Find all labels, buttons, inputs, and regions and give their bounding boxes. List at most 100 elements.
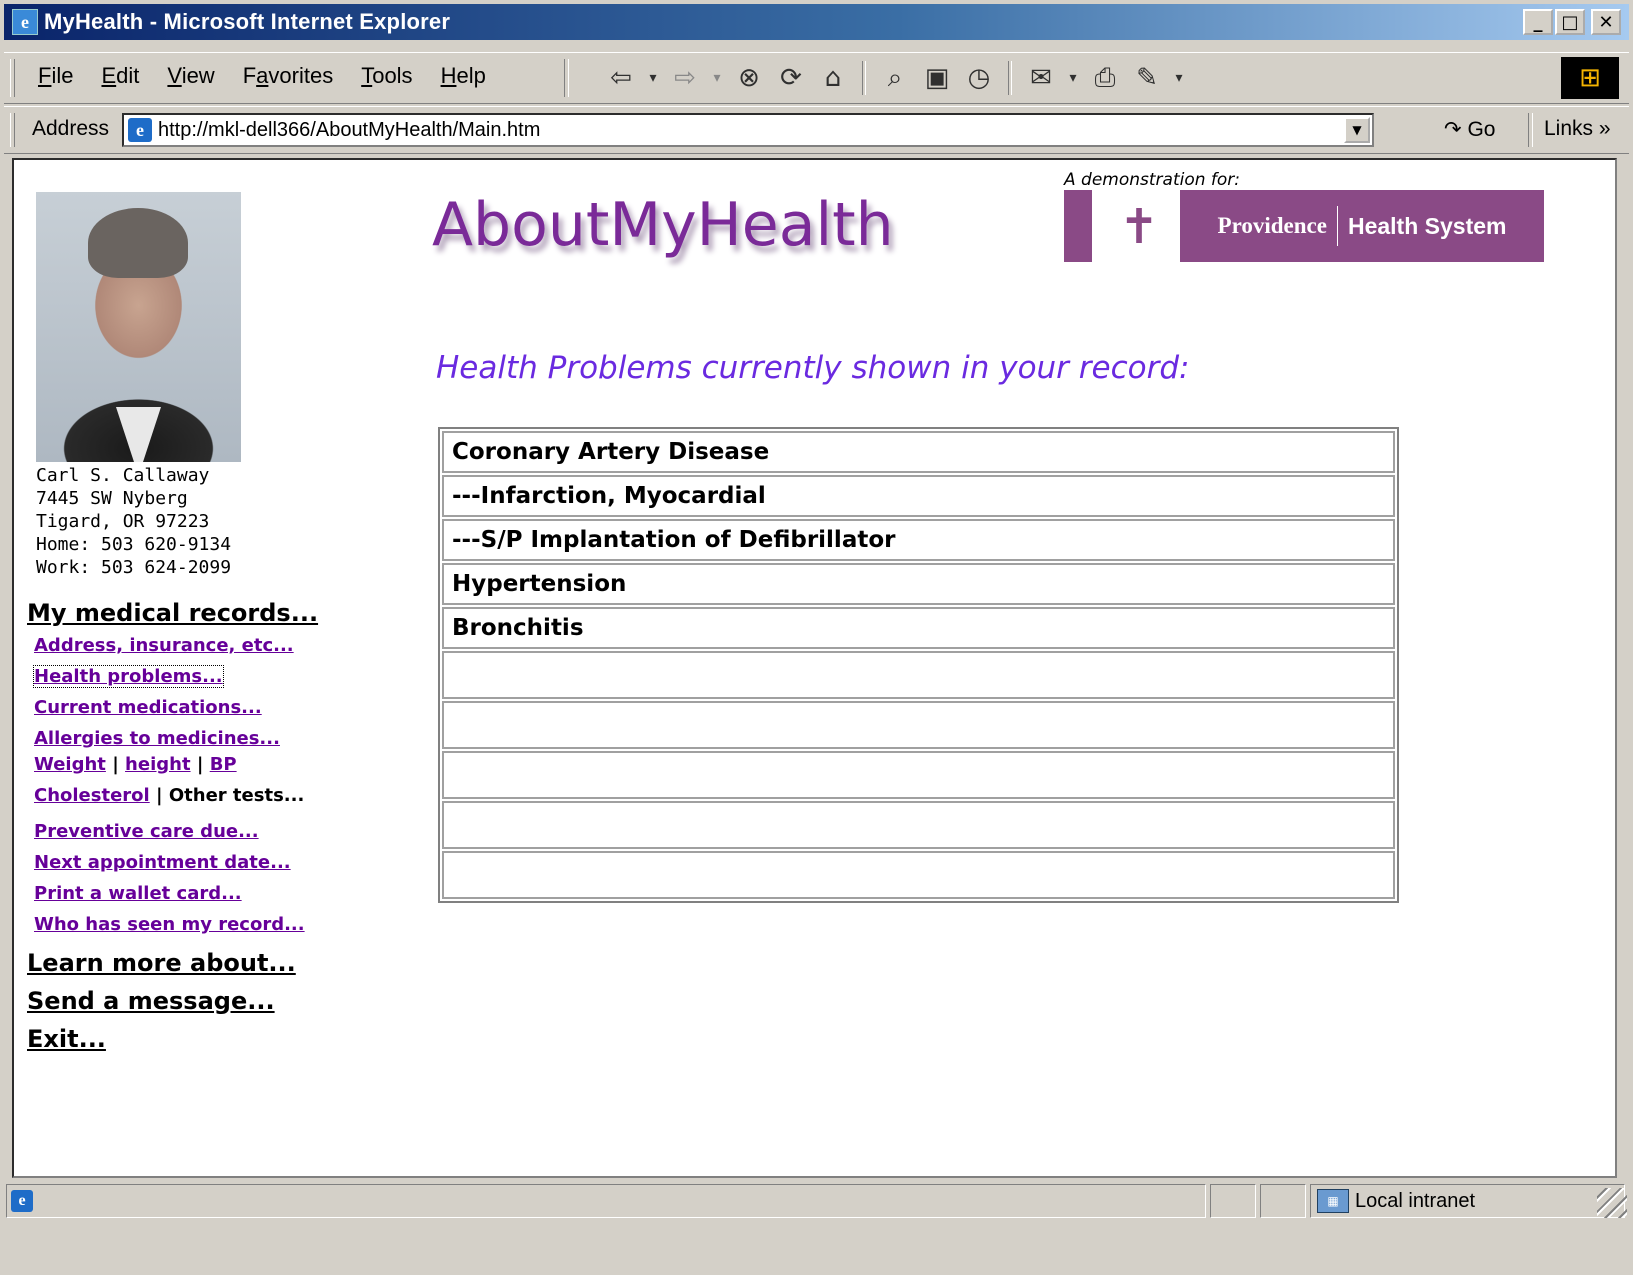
menu-view[interactable]: View [167,63,214,89]
logo-divider [1336,206,1338,246]
nav-height[interactable]: height [125,754,191,775]
status-cell-blank [1260,1184,1306,1218]
nav-send-message[interactable]: Send a message... [27,982,318,1020]
status-bar: e ▦ Local intranet [4,1180,1629,1220]
toolbar-separator [564,59,569,97]
menu-favorites[interactable]: Favorites [243,63,334,89]
table-row: ---S/P Implantation of Defibrillator [442,519,1395,561]
menu-help[interactable]: Help [441,63,486,89]
nav-bp[interactable]: BP [210,754,237,775]
nav-address-insurance[interactable]: Address, insurance, etc... [34,630,318,661]
forward-icon[interactable]: ⇨ [668,61,702,95]
nav-health-problems[interactable]: Health problems... [33,661,318,692]
logo-wordmark: Providence Health System [1180,190,1544,262]
table-row [442,851,1395,899]
toolbar-grip[interactable] [10,59,15,97]
toolbar-separator [1008,61,1012,95]
menu-file[interactable]: File [38,63,73,89]
photo-hair [88,208,188,278]
problem-cell [442,751,1395,799]
nav-who-has-seen[interactable]: Who has seen my record... [34,909,318,940]
nav-allergies[interactable]: Allergies to medicines... [34,723,318,754]
toolbar-separator [862,61,866,95]
nav-next-appointment[interactable]: Next appointment date... [34,847,318,878]
nav-separator: | [156,785,163,806]
nav-tests-line: Cholesterol | Other tests... [34,785,318,816]
nav-current-medications[interactable]: Current medications... [34,692,318,723]
minimize-button[interactable]: _ [1523,9,1553,35]
zone-label: Local intranet [1355,1189,1476,1212]
toolbar-grip[interactable] [10,113,15,147]
mail-icon[interactable]: ✉ [1024,61,1058,95]
menu-toolbar-row: File Edit View Favorites Tools Help ⇦ ▾ … [4,52,1629,104]
table-row: Hypertension [442,563,1395,605]
window-controls: _ □ ✕ [1523,9,1621,35]
patient-street: 7445 SW Nyberg [36,488,188,509]
address-dropdown-icon[interactable]: ▼ [1344,117,1370,143]
health-problems-table: Coronary Artery Disease ---Infarction, M… [438,427,1399,903]
table-row [442,751,1395,799]
edit-dropdown-icon[interactable]: ▾ [1172,70,1186,86]
table-row: Bronchitis [442,607,1395,649]
patient-city: Tigard, OR 97223 [36,511,210,532]
refresh-icon[interactable]: ⟳ [774,61,808,95]
page-title: Health Problems currently shown in your … [436,350,1190,386]
links-button[interactable]: Links » [1544,117,1611,141]
problem-cell: ---S/P Implantation of Defibrillator [442,519,1395,561]
maximize-button[interactable]: □ [1555,9,1585,35]
mail-dropdown-icon[interactable]: ▾ [1066,70,1080,86]
search-icon[interactable]: ⌕ [878,61,912,95]
intranet-zone-icon: ▦ [1317,1189,1349,1213]
nav-print-wallet-card[interactable]: Print a wallet card... [34,878,318,909]
ie-app-icon[interactable]: e [12,9,38,35]
patient-name: Carl S. Callaway [36,465,210,486]
nav-preventive-care[interactable]: Preventive care due... [34,816,318,847]
photo-collar [116,407,161,462]
toolbar-separator [1528,113,1533,147]
chevron-right-icon: » [1598,117,1611,140]
patient-home-phone: Home: 503 620-9134 [36,534,232,555]
address-input[interactable]: e http://mkl-dell366/AboutMyHealth/Main.… [122,113,1374,147]
print-icon[interactable]: ⎙ [1088,61,1122,95]
security-zone[interactable]: ▦ Local intranet [1310,1184,1625,1218]
side-navigation: My medical records... Address, insurance… [27,596,318,1058]
nav-weight[interactable]: Weight [34,754,106,775]
home-icon[interactable]: ⌂ [816,61,850,95]
history-icon[interactable]: ◷ [962,61,996,95]
address-url[interactable]: http://mkl-dell366/AboutMyHealth/Main.ht… [158,119,540,142]
forward-dropdown-icon[interactable]: ▾ [710,70,724,86]
problem-cell [442,701,1395,749]
go-button[interactable]: ↷ Go [1444,117,1495,142]
patient-photo [36,192,241,462]
menu-edit[interactable]: Edit [101,63,139,89]
nav-separator: | [112,754,119,775]
windows-logo-icon: ⊞ [1561,57,1619,99]
page-status-icon: e [11,1190,33,1212]
nav-my-medical-records[interactable]: My medical records... [27,596,318,630]
demonstration-label: A demonstration for: [1064,170,1241,190]
problem-cell [442,851,1395,899]
table-row: ---Infarction, Myocardial [442,475,1395,517]
resize-grip-icon[interactable] [1597,1188,1627,1218]
table-row [442,801,1395,849]
menu-tools[interactable]: Tools [361,63,412,89]
back-dropdown-icon[interactable]: ▾ [646,70,660,86]
nav-cholesterol[interactable]: Cholesterol [34,785,150,806]
problem-cell [442,651,1395,699]
stop-icon[interactable]: ⊗ [732,61,766,95]
go-arrow-icon: ↷ [1444,118,1462,141]
nav-exit[interactable]: Exit... [27,1020,318,1058]
back-icon[interactable]: ⇦ [604,61,638,95]
table-row [442,701,1395,749]
edit-icon[interactable]: ✎ [1130,61,1164,95]
logo-bar [1064,190,1092,262]
problem-cell: Bronchitis [442,607,1395,649]
window-title: MyHealth - Microsoft Internet Explorer [44,9,451,34]
nav-separator: | [196,754,204,775]
close-button[interactable]: ✕ [1591,9,1621,35]
status-main: e [6,1184,1206,1218]
address-bar-row: Address e http://mkl-dell366/AboutMyHeal… [4,106,1629,154]
favorites-icon[interactable]: ▣ [920,61,954,95]
nav-learn-more[interactable]: Learn more about... [27,944,318,982]
patient-work-phone: Work: 503 624-2099 [36,557,232,578]
